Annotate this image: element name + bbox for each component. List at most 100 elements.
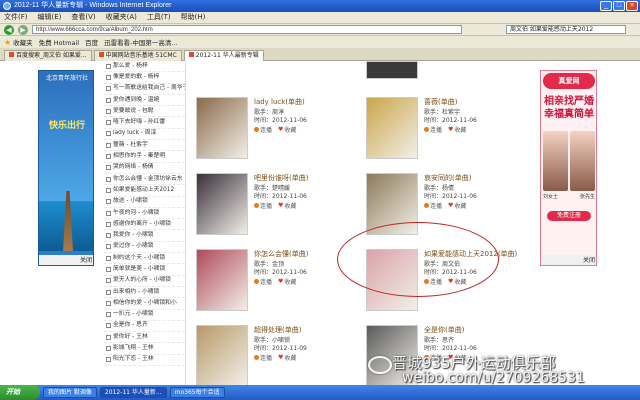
album-card[interactable]: 蔷薇(单曲) 歌手：杜紫宇 时间：2012-11-06 连播 ♥ 收藏	[360, 91, 530, 167]
song-checkbox[interactable]	[106, 312, 111, 318]
song-list-item[interactable]: 午夜的河 - 小啸锁	[104, 208, 185, 220]
song-checkbox[interactable]	[106, 221, 111, 227]
album-cover[interactable]	[196, 325, 248, 385]
favorite-button[interactable]: ♥ 收藏	[278, 125, 296, 134]
song-checkbox[interactable]	[106, 131, 111, 137]
menu-tools[interactable]: 工具(T)	[147, 12, 171, 23]
song-list-item[interactable]: 爱你遇到晚 - 温婉	[104, 95, 185, 107]
fav-link-baidu[interactable]: 百度	[85, 37, 98, 47]
song-list-item[interactable]: 如果爱能感动上天2012	[104, 185, 185, 197]
ad-travel-banner[interactable]: 北京青年旅行社 快乐出行 关闭	[38, 70, 94, 266]
song-checkbox[interactable]	[106, 233, 111, 239]
song-checkbox[interactable]	[106, 63, 111, 69]
album-title[interactable]: 吧里份谁呀(单曲)	[254, 173, 308, 183]
song-list-item[interactable]: 一扒元 - 小啸锁	[104, 310, 185, 321]
menu-help[interactable]: 帮助(H)	[181, 12, 206, 23]
song-checkbox[interactable]	[106, 357, 111, 363]
song-list-item[interactable]: 那么爱 - 杨梓	[104, 61, 185, 73]
minimize-button[interactable]: _	[600, 1, 612, 11]
song-checkbox[interactable]	[106, 210, 111, 216]
album-card[interactable]: lady luck(单曲) 歌手：周淳 时间：2012-11-06 连播 ♥ 收藏	[190, 91, 360, 167]
menu-file[interactable]: 文件(F)	[4, 12, 28, 23]
song-checkbox[interactable]	[106, 334, 111, 340]
song-list-item[interactable]: 写一首歌送给我自己 - 周华子	[104, 84, 185, 95]
song-checkbox[interactable]	[106, 187, 111, 193]
favorite-button[interactable]: ♥ 收藏	[448, 201, 466, 210]
album-cover[interactable]	[366, 97, 418, 159]
song-list-item[interactable]: 简单就是美 - 小啸锁	[104, 264, 185, 276]
favorite-button[interactable]: ♥ 收藏	[448, 125, 466, 134]
album-card[interactable]: 你怎么会懂(单曲) 歌手：金顶 时间：2012-11-06 连播 ♥ 收藏	[190, 243, 360, 319]
address-input[interactable]: http://www.666cca.com/9ca/Album_202.htm	[32, 25, 462, 34]
album-card[interactable]: 超得处理(单曲) 歌手：小啸锁 时间：2012-11-09 连播 ♥ 收藏	[190, 319, 360, 385]
ad-left-close-button[interactable]: 关闭	[39, 255, 93, 265]
song-checkbox[interactable]	[106, 108, 111, 114]
ad-dating-banner[interactable]: 真爱网 相亲找严婚 幸福真简单 刘女士 张先生 免费注册 关闭	[540, 70, 597, 266]
menu-favorites[interactable]: 收藏夹(A)	[106, 12, 137, 23]
song-checkbox[interactable]	[106, 289, 111, 295]
maximize-button[interactable]: □	[613, 1, 625, 11]
play-all-button[interactable]: 连播	[424, 125, 442, 134]
album-title[interactable]: 你怎么会懂(单曲)	[254, 249, 308, 259]
album-title[interactable]: 超得处理(单曲)	[254, 325, 301, 335]
song-list-item[interactable]: 蔷薇 - 杜紫宇	[104, 140, 185, 152]
album-title[interactable]: 蔷薇(单曲)	[424, 97, 457, 107]
back-icon[interactable]: ◀	[4, 24, 14, 35]
song-checkbox[interactable]	[106, 199, 111, 205]
play-all-button[interactable]: 连播	[254, 201, 272, 210]
fav-link-xunlei[interactable]: 迅雷看看-中国第一高清...	[104, 37, 178, 47]
song-list-item[interactable]: 像是爱的歌 - 杨梓	[104, 72, 185, 84]
song-checkbox[interactable]	[106, 244, 111, 250]
song-list-item[interactable]: 爱你好 - 王林	[104, 332, 185, 344]
menu-edit[interactable]: 编辑(E)	[38, 12, 62, 23]
album-cover[interactable]	[196, 173, 248, 235]
song-checkbox[interactable]	[106, 300, 111, 306]
song-list-item[interactable]: 制约这个天 - 小啸锁	[104, 253, 185, 265]
album-title[interactable]: 哀安同的(单曲)	[424, 173, 471, 183]
play-all-button[interactable]: 连播	[254, 277, 272, 286]
song-list-item[interactable]: 全是你 - 思齐	[104, 321, 185, 333]
song-checkbox[interactable]	[106, 154, 111, 160]
album-title[interactable]: 全是你(单曲)	[424, 325, 464, 335]
album-card[interactable]: 吧里份谁呀(单曲) 歌手：楚晴媛 时间：2012-11-06 连播 ♥ 收藏	[190, 167, 360, 243]
song-list-item[interactable]: 我爱你 - 小啸锁	[104, 230, 185, 242]
tab-new-albums[interactable]: 2012-11 华人最新专辑	[183, 50, 264, 61]
song-list-item[interactable]: 爱天人的心所 - 小啸锁	[104, 276, 185, 287]
song-list-item[interactable]: 爱要敢说 - 包聪	[104, 106, 185, 118]
menu-view[interactable]: 查看(V)	[71, 12, 95, 23]
tab-51cmc[interactable]: 中国网站音乐基地 51CMC	[93, 50, 182, 61]
song-checkbox[interactable]	[106, 266, 111, 272]
song-list-item[interactable]: lady luck - 周淳	[104, 129, 185, 141]
song-list-item[interactable]: 影城飞翔 - 王林	[104, 343, 185, 355]
song-checkbox[interactable]	[106, 142, 111, 148]
play-all-button[interactable]: 连播	[254, 125, 272, 134]
start-button[interactable]: 开始	[0, 385, 40, 400]
album-title[interactable]: lady luck(单曲)	[254, 97, 305, 107]
song-checkbox[interactable]	[106, 165, 111, 171]
song-list-item[interactable]: 相信你的爱 - 小啸锁和小	[104, 298, 185, 310]
song-list-item[interactable]: 哭的网络 - 杨倩	[104, 163, 185, 174]
song-checkbox[interactable]	[106, 346, 111, 352]
forward-icon[interactable]: ▶	[18, 24, 28, 35]
favorite-button[interactable]: ♥ 收藏	[278, 353, 296, 362]
task-mo365[interactable]: mo365每个合适	[169, 387, 225, 398]
ad-register-button[interactable]: 免费注册	[547, 211, 591, 221]
album-cover-partial[interactable]	[366, 61, 418, 79]
play-all-button[interactable]: 连播	[424, 201, 442, 210]
song-list-item[interactable]: 嘻下去好嗨 - 孙红雷	[104, 117, 185, 129]
close-button[interactable]: ×	[626, 1, 638, 11]
song-checkbox[interactable]	[106, 323, 111, 329]
song-checkbox[interactable]	[106, 74, 111, 80]
song-checkbox[interactable]	[106, 97, 111, 103]
search-input[interactable]: 周文伯 如果爱能感动上天2012	[506, 25, 626, 34]
favorite-button[interactable]: ♥ 收藏	[278, 201, 296, 210]
song-checkbox[interactable]	[106, 278, 111, 284]
ad-right-close-button[interactable]: 关闭	[541, 255, 596, 265]
play-all-button[interactable]: 连播	[254, 353, 272, 362]
song-list-item[interactable]: 感谢你的离开 - 小啸锁	[104, 219, 185, 231]
song-checkbox[interactable]	[106, 255, 111, 261]
song-checkbox[interactable]	[106, 120, 111, 126]
song-list-item[interactable]: 阳光下恋 - 王林	[104, 355, 185, 367]
song-list-item[interactable]: 你怎么会懂 - 金顶坊徐云东	[104, 174, 185, 186]
song-checkbox[interactable]	[106, 176, 111, 182]
